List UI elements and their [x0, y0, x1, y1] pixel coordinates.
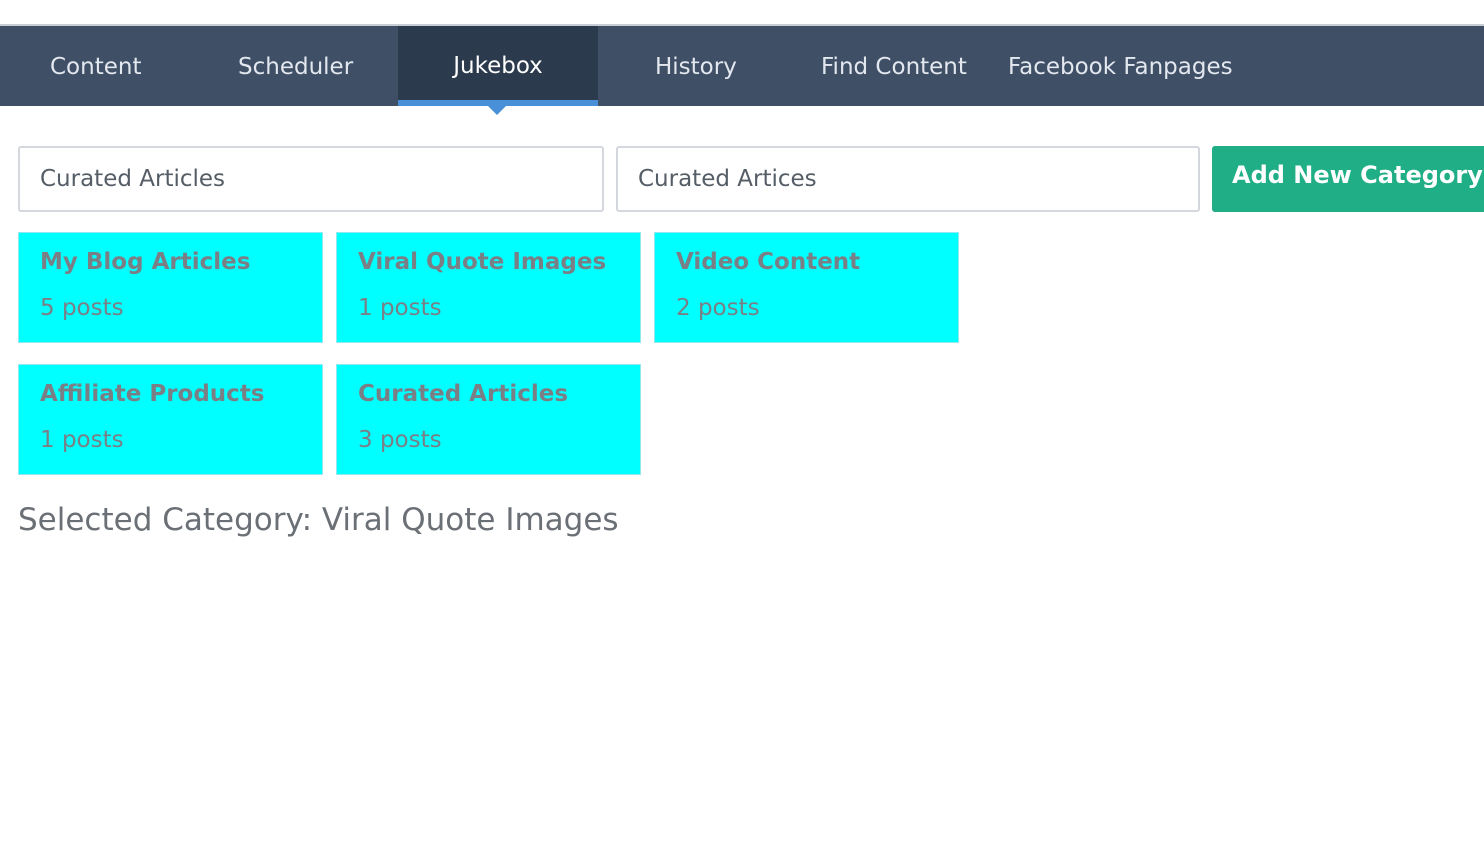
- tab-facebook-fanpages[interactable]: Facebook Fanpages: [1008, 26, 1233, 106]
- category-card-video-content[interactable]: Video Content 2 posts: [654, 232, 959, 343]
- category-name: Video Content: [676, 249, 861, 275]
- category-card-affiliate-products[interactable]: Affiliate Products 1 posts: [18, 364, 323, 475]
- top-strip: [0, 0, 1484, 26]
- category-name: Viral Quote Images: [358, 249, 607, 275]
- add-new-category-button[interactable]: Add New Category: [1212, 146, 1484, 212]
- tab-jukebox[interactable]: Jukebox: [398, 26, 598, 106]
- category-name-input[interactable]: [18, 146, 604, 212]
- category-name: Curated Articles: [358, 381, 569, 407]
- category-name: Affiliate Products: [40, 381, 265, 407]
- category-post-count: 1 posts: [358, 295, 442, 321]
- category-post-count: 5 posts: [40, 295, 124, 321]
- tab-find-content[interactable]: Find Content: [821, 26, 967, 106]
- tab-scheduler[interactable]: Scheduler: [238, 26, 353, 106]
- category-post-count: 2 posts: [676, 295, 760, 321]
- category-card-my-blog-articles[interactable]: My Blog Articles 5 posts: [18, 232, 323, 343]
- category-card-curated-articles[interactable]: Curated Articles 3 posts: [336, 364, 641, 475]
- category-post-count: 3 posts: [358, 427, 442, 453]
- tab-history[interactable]: History: [655, 26, 737, 106]
- main-nav: Content Scheduler Jukebox History Find C…: [0, 26, 1484, 106]
- active-tab-caret-icon: [488, 106, 506, 115]
- selected-category-label: Selected Category: Viral Quote Images: [18, 502, 619, 538]
- tab-content[interactable]: Content: [50, 26, 141, 106]
- category-description-input[interactable]: [616, 146, 1200, 212]
- category-name: My Blog Articles: [40, 249, 251, 275]
- category-post-count: 1 posts: [40, 427, 124, 453]
- category-card-viral-quote-images[interactable]: Viral Quote Images 1 posts: [336, 232, 641, 343]
